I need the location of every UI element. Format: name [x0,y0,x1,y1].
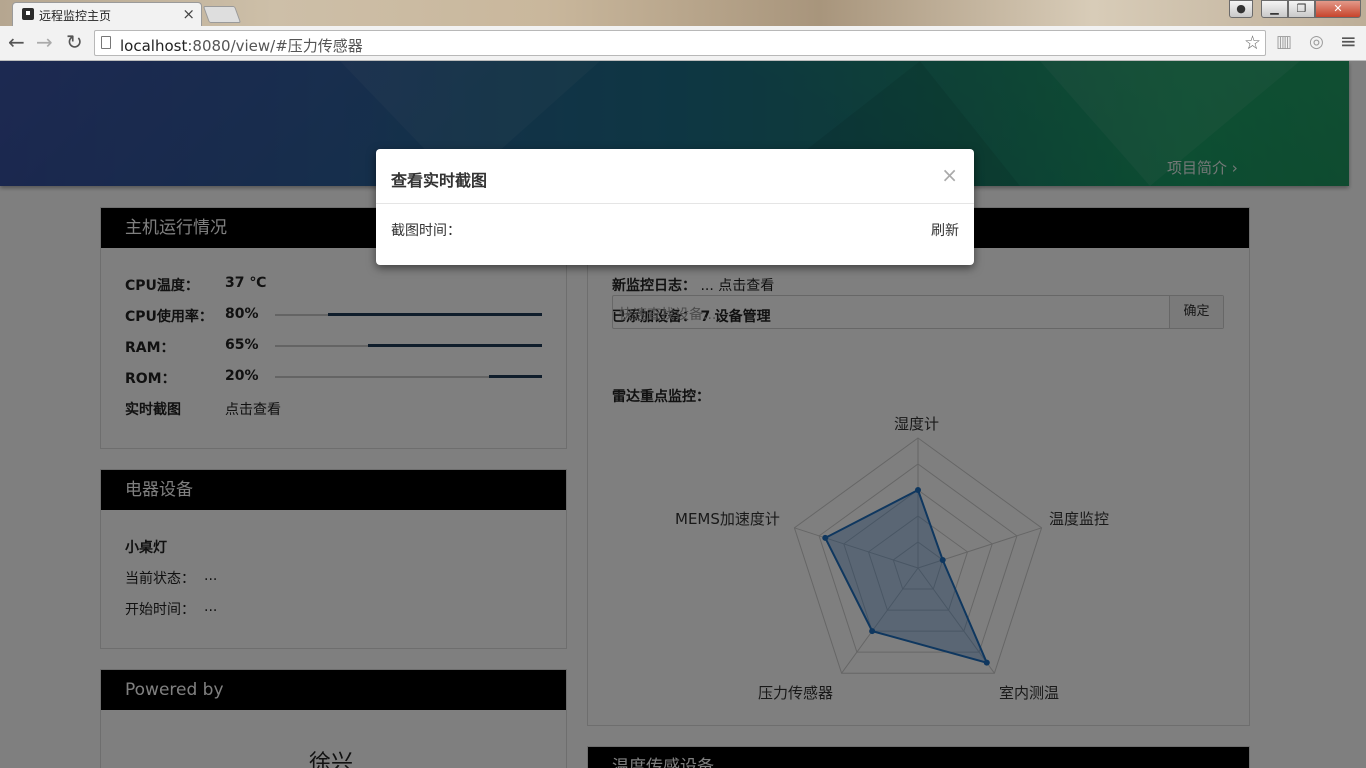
modal-body: 截图时间： 刷新 [376,204,974,265]
page-icon [101,36,111,49]
address-bar[interactable]: localhost:8080/view/#压力传感器 ☆ [94,30,1266,56]
bookmark-star-icon[interactable]: ☆ [1244,32,1261,54]
snapshot-modal: 查看实时截图 × 截图时间： 刷新 [376,149,974,265]
new-tab-button[interactable] [202,6,242,23]
browser-toolbar: ← → ↻ localhost:8080/view/#压力传感器 ☆ ▥ ◎ ≡ [0,26,1366,61]
browser-tab[interactable]: 远程监控主页 × [12,2,202,26]
window-minimize-button[interactable]: ▁ [1261,0,1288,18]
modal-header: 查看实时截图 × [376,149,974,204]
close-icon[interactable]: × [941,163,958,187]
back-button[interactable]: ← [8,30,25,54]
modal-title: 查看实时截图 [391,171,488,190]
window-restore-button[interactable]: ❐ [1288,0,1315,18]
window-close-button[interactable]: ✕ [1315,0,1361,18]
forward-button[interactable]: → [36,30,53,54]
user-profile-icon[interactable]: ● [1229,0,1253,18]
address-url[interactable]: localhost:8080/view/#压力传感器 [120,35,363,56]
menu-icon[interactable]: ≡ [1340,29,1357,53]
tab-close-icon[interactable]: × [182,5,195,23]
window-titlebar: 远程监控主页 × ● ▁ ❐ ✕ [0,0,1366,26]
page-favicon-icon [22,8,34,20]
tab-title: 远程监控主页 [39,9,112,23]
reload-button[interactable]: ↻ [66,30,83,54]
extension-circle-icon[interactable]: ◎ [1309,32,1324,52]
snapshot-time-label: 截图时间： [391,223,461,239]
refresh-button[interactable]: 刷新 [931,220,959,240]
extension-reader-icon[interactable]: ▥ [1276,32,1292,52]
